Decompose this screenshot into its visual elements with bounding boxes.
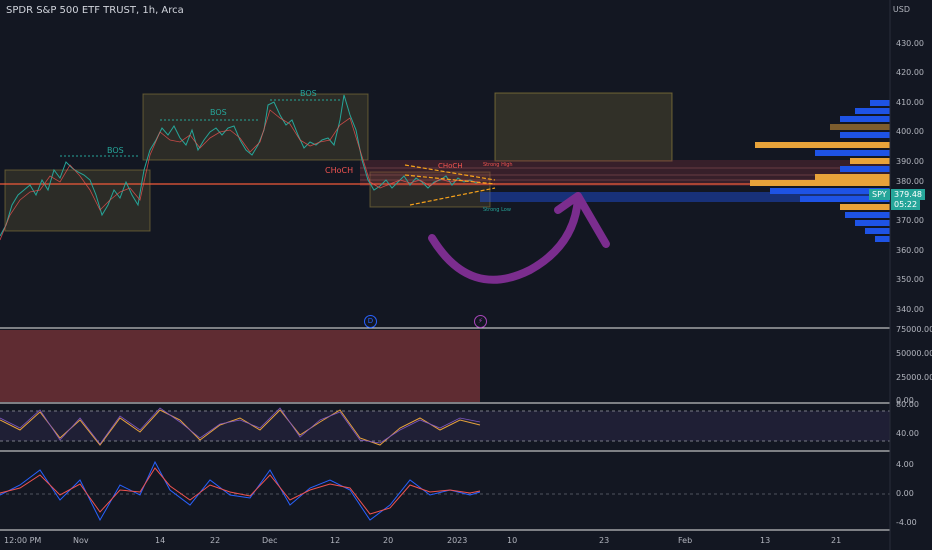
split-marker-icon[interactable]: ⚡ [474, 315, 487, 328]
price-tick: 390.00 [896, 157, 924, 166]
range-box-1 [4, 169, 151, 232]
countdown-tag: 05:22 [891, 199, 921, 210]
volume-bars [0, 330, 480, 402]
signal-line [0, 467, 481, 515]
bos-label-3: BOS [300, 89, 317, 98]
time-label: 13 [760, 536, 771, 545]
bos-label-2: BOS [210, 108, 227, 117]
time-label: 20 [383, 536, 394, 545]
macd-tick: 4.00 [896, 460, 914, 469]
price-tick: 400.00 [896, 127, 924, 136]
volume-tick: 75000.00 [896, 325, 932, 334]
price-tick: 410.00 [896, 98, 924, 107]
price-tick: 360.00 [896, 246, 924, 255]
time-label: 10 [507, 536, 518, 545]
main-chart[interactable] [0, 0, 932, 550]
time-label: 23 [599, 536, 610, 545]
rsi-tick: 40.00 [896, 429, 919, 438]
choch-label: CHoCH [325, 166, 354, 175]
volume-tick: 25000.00 [896, 373, 932, 382]
symbol-badge: SPY [869, 189, 890, 200]
choch-label-2: CHoCH [438, 162, 463, 170]
strong-low-label: Strong Low [483, 207, 511, 213]
time-label: 22 [210, 536, 221, 545]
price-tick: 340.00 [896, 305, 924, 314]
time-label: 2023 [447, 536, 468, 545]
price-tick: 350.00 [896, 275, 924, 284]
volume-tick: 50000.00 [896, 349, 932, 358]
time-label: 14 [155, 536, 166, 545]
price-tick: 420.00 [896, 68, 924, 77]
time-label: Nov [73, 536, 89, 545]
rsi-band [0, 411, 890, 441]
future-box [494, 92, 673, 162]
time-label: 12:00 PM [4, 536, 42, 545]
bos-label-1: BOS [107, 146, 124, 155]
time-label: 12 [330, 536, 341, 545]
strong-high-label: Strong High [483, 162, 513, 168]
time-label: Dec [262, 536, 278, 545]
price-tick: 380.00 [896, 177, 924, 186]
time-label: Feb [678, 536, 693, 545]
macd-tick: 0.00 [896, 489, 914, 498]
dividend-marker-icon[interactable]: D [364, 315, 377, 328]
macd-line [0, 460, 481, 522]
price-tick: 430.00 [896, 39, 924, 48]
rsi-tick: 80.00 [896, 400, 919, 409]
macd-tick: -4.00 [896, 518, 917, 527]
time-label: 21 [831, 536, 842, 545]
price-tick: 370.00 [896, 216, 924, 225]
